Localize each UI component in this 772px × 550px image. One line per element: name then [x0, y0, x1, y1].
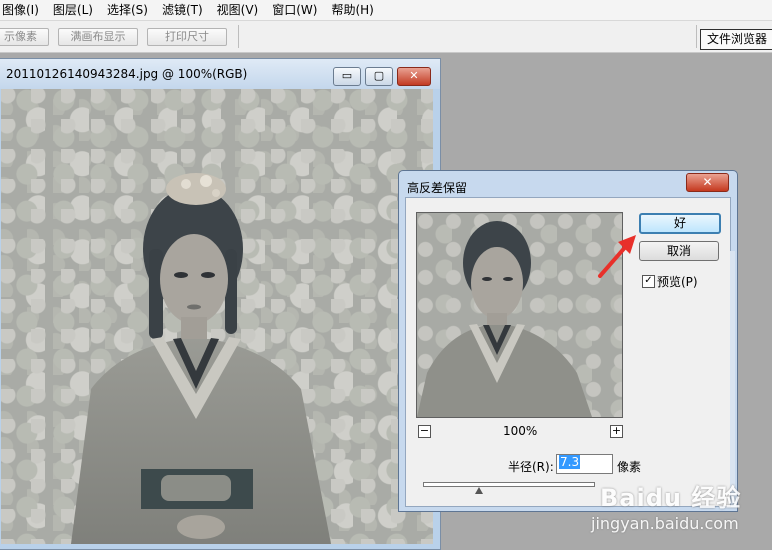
document-title: 20110126140943284.jpg @ 100%(RGB) — [6, 67, 248, 81]
preview-checkbox[interactable]: ✓ — [642, 275, 655, 288]
radius-input[interactable]: 7.3 — [556, 454, 613, 474]
baidu-watermark-logo: Baidu 经验 — [600, 484, 742, 512]
menu-view[interactable]: 视图(V) — [210, 0, 266, 20]
document-canvas[interactable] — [1, 89, 433, 544]
dialog-edge — [730, 251, 735, 491]
radius-value: 7.3 — [559, 455, 581, 469]
menu-layer[interactable]: 图层(L) — [46, 0, 100, 20]
document-titlebar[interactable]: 20110126140943284.jpg @ 100%(RGB) ▭ ▢ ✕ — [0, 59, 440, 89]
options-separator — [696, 25, 697, 48]
minimize-button[interactable]: ▭ — [333, 67, 361, 86]
close-button[interactable]: ✕ — [397, 67, 431, 86]
radius-slider-track[interactable] — [423, 482, 595, 487]
portrait-image — [71, 173, 331, 544]
zoom-level: 100% — [503, 424, 538, 438]
zoom-in-button[interactable]: + — [610, 425, 623, 438]
dialog-body: − 100% + 好 取消 ✓ 预览(P) 半径(R): 7.3 像素 — [405, 197, 731, 507]
preview-image — [417, 221, 592, 417]
dialog-title: 高反差保留 — [407, 181, 468, 195]
maximize-button[interactable]: ▢ — [365, 67, 393, 86]
maximize-icon: ▢ — [373, 69, 385, 82]
actual-pixels-button[interactable]: 示像素 — [0, 28, 49, 46]
ok-button[interactable]: 好 — [639, 213, 721, 234]
dialog-close-button[interactable]: ✕ — [686, 173, 729, 192]
options-separator — [238, 25, 239, 48]
minimize-icon: ▭ — [341, 69, 353, 82]
file-browser-tab[interactable]: 文件浏览器 — [700, 29, 772, 50]
menu-image[interactable]: 图像(I) — [0, 0, 46, 20]
cancel-button[interactable]: 取消 — [639, 241, 719, 261]
high-pass-dialog: 高反差保留 ✕ − 100% + 好 取消 ✓ 预览(P) 半径(R): 7.3… — [398, 170, 738, 512]
annotation-arrow — [598, 235, 636, 278]
menu-select[interactable]: 选择(S) — [100, 0, 155, 20]
menu-help[interactable]: 帮助(H) — [324, 0, 380, 20]
filter-preview[interactable] — [416, 212, 623, 418]
document-window: 20110126140943284.jpg @ 100%(RGB) ▭ ▢ ✕ — [0, 58, 441, 550]
zoom-out-button[interactable]: − — [418, 425, 431, 438]
radius-slider-thumb[interactable] — [475, 487, 484, 494]
menu-filter[interactable]: 滤镜(T) — [155, 0, 210, 20]
close-icon: ✕ — [409, 69, 419, 82]
print-size-button[interactable]: 打印尺寸 — [147, 28, 227, 46]
close-icon: ✕ — [702, 175, 713, 189]
menu-bar: 图像(I) 图层(L) 选择(S) 滤镜(T) 视图(V) 窗口(W) 帮助(H… — [0, 0, 772, 21]
radius-label: 半径(R): — [508, 460, 554, 474]
options-bar: 示像素 满画布显示 打印尺寸 文件浏览器 — [0, 21, 772, 53]
fit-screen-button[interactable]: 满画布显示 — [58, 28, 138, 46]
menu-window[interactable]: 窗口(W) — [265, 0, 324, 20]
radius-unit: 像素 — [617, 460, 642, 474]
baidu-watermark-url: jingyan.baidu.com — [591, 514, 739, 533]
preview-label: 预览(P) — [657, 275, 698, 289]
